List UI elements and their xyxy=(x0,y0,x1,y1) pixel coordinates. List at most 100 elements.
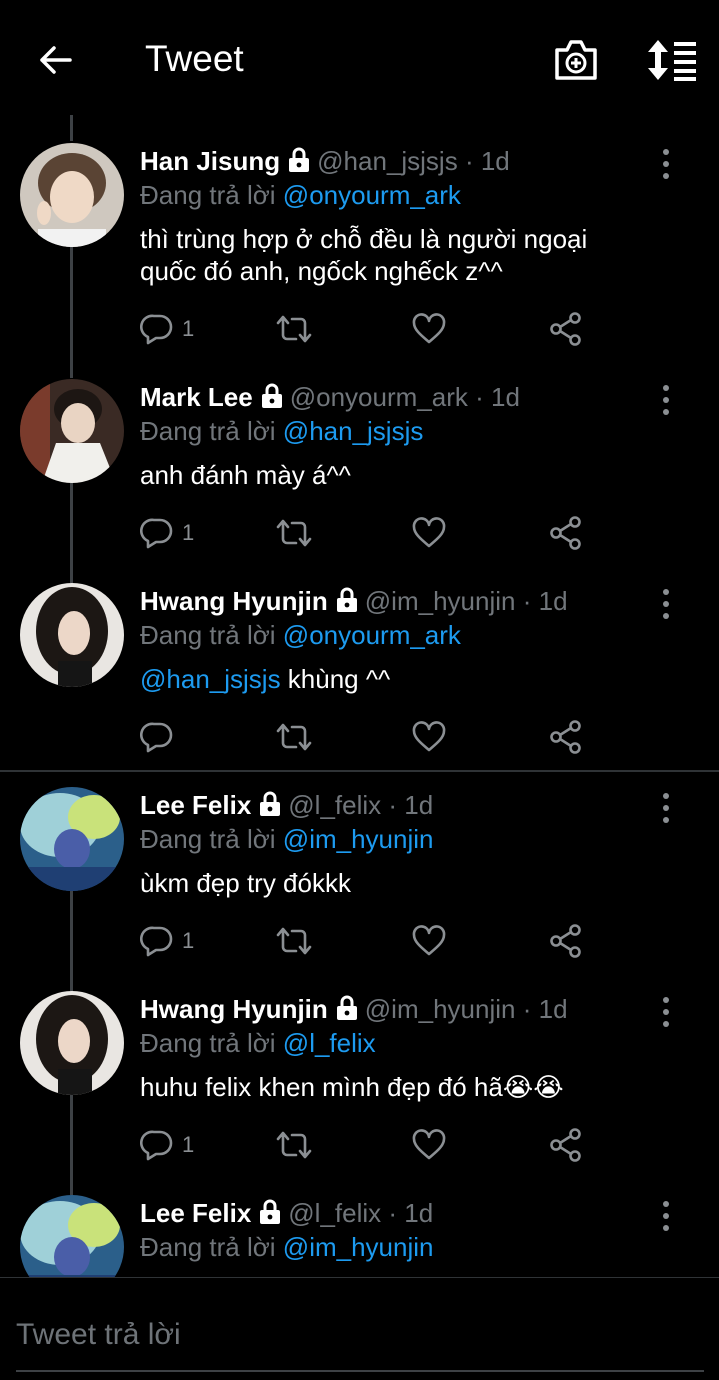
share-button[interactable] xyxy=(549,921,583,961)
replying-to-label: Đang trả lời xyxy=(140,416,276,446)
separator-dot: · xyxy=(475,382,484,412)
handle[interactable]: @han_jsjsjs xyxy=(317,146,458,176)
retweet-button[interactable] xyxy=(274,1125,314,1165)
more-options-button[interactable] xyxy=(655,1199,677,1233)
reply-button[interactable] xyxy=(140,717,182,757)
reply-thread: Han Jisung @han_jsjsjs · 1d Đang trả lời … xyxy=(0,115,719,1277)
avatar[interactable] xyxy=(20,1195,124,1277)
display-name[interactable]: Lee Felix xyxy=(140,1198,251,1228)
more-options-button[interactable] xyxy=(655,147,677,181)
reply-count: 1 xyxy=(182,316,195,341)
reply-mention[interactable]: @onyourm_ark xyxy=(283,180,461,210)
lock-icon xyxy=(334,995,360,1028)
reply-input[interactable] xyxy=(16,1300,704,1372)
like-button[interactable] xyxy=(412,309,446,349)
share-button[interactable] xyxy=(549,717,583,757)
retweet-button[interactable] xyxy=(274,921,314,961)
replying-to: Đang trả lời @im_hyunjin xyxy=(140,1231,433,1263)
share-button[interactable] xyxy=(549,513,583,553)
tweet-text: @han_jsjsjs khùng ^^ xyxy=(140,663,640,695)
thread-line xyxy=(70,482,73,583)
back-button[interactable] xyxy=(36,40,76,80)
replying-to: Đang trả lời @onyourm_ark xyxy=(140,619,461,651)
more-options-button[interactable] xyxy=(655,995,677,1029)
share-button[interactable] xyxy=(549,1125,583,1165)
retweet-button[interactable] xyxy=(274,309,314,349)
avatar-image xyxy=(20,583,124,687)
timestamp: 1d xyxy=(480,146,510,176)
sort-button[interactable] xyxy=(646,38,698,82)
retweet-button[interactable] xyxy=(274,717,314,757)
reply-button[interactable]: 1 xyxy=(140,921,194,961)
reply-mention[interactable]: @im_hyunjin xyxy=(283,824,434,854)
display-name[interactable]: Hwang Hyunjin xyxy=(140,994,328,1024)
more-vertical-icon xyxy=(663,385,669,415)
tweet-header: Hwang Hyunjin @im_hyunjin · 1d xyxy=(140,993,568,1028)
more-options-button[interactable] xyxy=(655,587,677,621)
handle[interactable]: @onyourm_ark xyxy=(290,382,468,412)
tweet-text-line: huhu felix khen mình đẹp đó hã😭😭 xyxy=(140,1072,564,1102)
avatar[interactable] xyxy=(20,379,124,483)
tweet-text: ùkm đẹp try đókkk xyxy=(140,867,640,899)
reply-mention[interactable]: @im_hyunjin xyxy=(283,1232,434,1262)
avatar[interactable] xyxy=(20,787,124,891)
handle[interactable]: @im_hyunjin xyxy=(365,994,516,1024)
display-name[interactable]: Lee Felix xyxy=(140,790,251,820)
like-button[interactable] xyxy=(412,921,446,961)
replying-to: Đang trả lời @l_felix xyxy=(140,1027,376,1059)
handle[interactable]: @im_hyunjin xyxy=(365,586,516,616)
avatar[interactable] xyxy=(20,991,124,1095)
reply-button[interactable]: 1 xyxy=(140,1125,194,1165)
avatar-image xyxy=(20,379,124,483)
separator-dot: · xyxy=(388,1198,398,1228)
camera-button[interactable] xyxy=(553,38,599,82)
heart-icon xyxy=(412,721,446,752)
display-name[interactable]: Hwang Hyunjin xyxy=(140,586,328,616)
separator-dot: · xyxy=(522,994,532,1024)
app-header: Tweet xyxy=(0,0,719,120)
avatar[interactable] xyxy=(20,583,124,687)
reply-mention[interactable]: @l_felix xyxy=(283,1028,376,1058)
section-divider xyxy=(0,770,719,772)
lock-icon xyxy=(257,1199,283,1232)
heart-icon xyxy=(412,517,446,548)
tweet-text-line: anh đánh mày á^^ xyxy=(140,460,351,490)
sort-icon xyxy=(648,40,696,81)
retweet-icon xyxy=(276,519,312,547)
display-name[interactable]: Han Jisung xyxy=(140,146,280,176)
handle[interactable]: @l_felix xyxy=(288,1198,381,1228)
handle[interactable]: @l_felix xyxy=(288,790,381,820)
retweet-button[interactable] xyxy=(274,513,314,553)
retweet-icon xyxy=(276,1131,312,1159)
share-button[interactable] xyxy=(549,309,583,349)
more-options-button[interactable] xyxy=(655,383,677,417)
share-icon xyxy=(550,516,581,550)
reply-button[interactable]: 1 xyxy=(140,309,194,349)
tweet-actions: 1 xyxy=(140,1125,600,1165)
replying-to-label: Đang trả lời xyxy=(140,824,276,854)
reply-mention[interactable]: @han_jsjsjs xyxy=(283,416,424,446)
like-button[interactable] xyxy=(412,513,446,553)
body-mention[interactable]: @han_jsjsjs xyxy=(140,664,281,694)
display-name[interactable]: Mark Lee xyxy=(140,382,253,412)
like-button[interactable] xyxy=(412,1125,446,1165)
avatar-image xyxy=(20,143,124,247)
heart-icon xyxy=(412,1129,446,1160)
separator-dot: · xyxy=(464,146,474,176)
more-vertical-icon xyxy=(663,793,669,823)
more-options-button[interactable] xyxy=(655,791,677,825)
retweet-icon xyxy=(276,315,312,343)
more-vertical-icon xyxy=(663,149,669,179)
arrow-left-icon xyxy=(40,46,72,74)
tweet-text-line: thì trùng hợp ở chỗ đều là người ngoại xyxy=(140,224,588,254)
tweet-text: anh đánh mày á^^ xyxy=(140,459,640,491)
avatar[interactable] xyxy=(20,143,124,247)
more-vertical-icon xyxy=(663,1201,669,1231)
like-button[interactable] xyxy=(412,717,446,757)
retweet-icon xyxy=(276,927,312,955)
reply-count: 1 xyxy=(182,1132,195,1157)
reply-mention[interactable]: @onyourm_ark xyxy=(283,620,461,650)
reply-button[interactable]: 1 xyxy=(140,513,194,553)
tweet-header: Hwang Hyunjin @im_hyunjin · 1d xyxy=(140,585,568,620)
tweet-header: Lee Felix @l_felix · 1d xyxy=(140,789,433,824)
